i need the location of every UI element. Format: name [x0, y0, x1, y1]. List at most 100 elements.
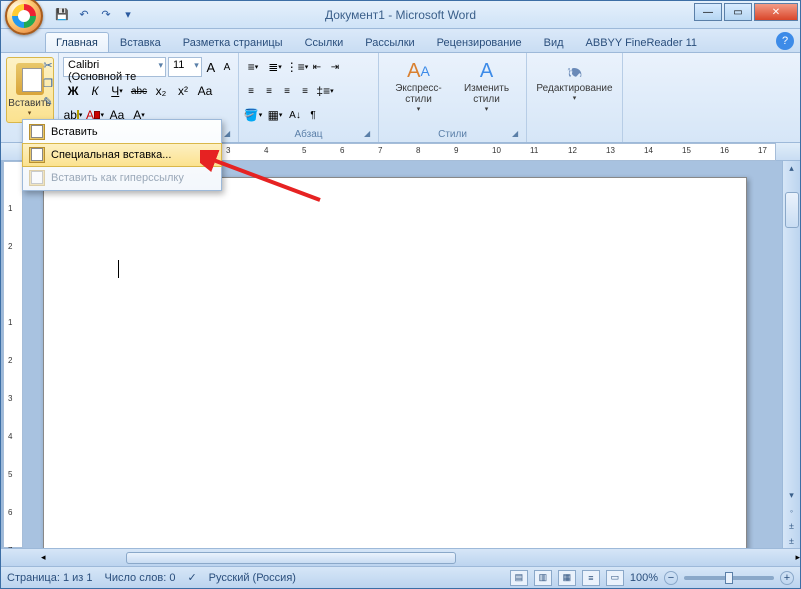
bullets-button[interactable]: ≡▾ — [243, 57, 263, 77]
sort-button[interactable]: A↓ — [287, 105, 303, 125]
close-button[interactable]: ✕ — [754, 3, 798, 21]
zoom-out-button[interactable]: − — [664, 571, 678, 585]
font-dialog-launcher[interactable]: ◢ — [224, 129, 234, 139]
paste-special-icon — [27, 145, 47, 165]
tab-abbyy[interactable]: ABBYY FineReader 11 — [575, 32, 709, 52]
styles-dialog-launcher[interactable]: ◢ — [512, 129, 522, 139]
multilevel-button[interactable]: ⋮≡▾ — [287, 57, 307, 77]
change-styles-icon: A — [473, 59, 501, 83]
italic-button[interactable]: К — [85, 81, 105, 101]
redo-button[interactable]: ↷ — [97, 6, 115, 24]
maximize-button[interactable]: ▭ — [724, 3, 752, 21]
editing-group: 🙔 Редактирование ▾ — [527, 53, 623, 142]
menu-item-paste-hyperlink: Вставить как гиперссылку — [23, 166, 221, 190]
office-button[interactable] — [5, 0, 43, 35]
bold-button[interactable]: Ж — [63, 81, 83, 101]
tab-home[interactable]: Главная — [45, 32, 109, 52]
quick-access-toolbar: 💾 ↶ ↷ ▾ — [53, 6, 137, 24]
save-button[interactable]: 💾 — [53, 6, 71, 24]
font-size-combo[interactable]: 11 — [168, 57, 202, 77]
superscript-button[interactable]: x² — [173, 81, 193, 101]
qat-customize-icon[interactable]: ▾ — [119, 6, 137, 24]
window-title: Документ1 - Microsoft Word — [325, 8, 476, 22]
document-page[interactable] — [43, 177, 747, 548]
scroll-down-icon[interactable]: ▾ — [783, 488, 800, 503]
scroll-right-icon[interactable]: ▸ — [795, 552, 800, 563]
window-controls: — ▭ ✕ — [694, 8, 800, 21]
show-marks-button[interactable]: ¶ — [305, 105, 321, 125]
outline-view-button[interactable]: ≡ — [582, 570, 600, 586]
browse-object-icon[interactable]: ◦ — [783, 503, 800, 518]
status-bar: Страница: 1 из 1 Число слов: 0 ✓ Русский… — [1, 566, 800, 588]
copy-button[interactable]: ❐ — [40, 75, 56, 91]
tab-layout[interactable]: Разметка страницы — [172, 32, 294, 52]
menu-item-paste-special[interactable]: Специальная вставка... — [22, 143, 222, 167]
page-viewport[interactable] — [23, 161, 782, 548]
justify-button[interactable]: ≡ — [297, 81, 313, 101]
draft-view-button[interactable]: ▭ — [606, 570, 624, 586]
undo-button[interactable]: ↶ — [75, 6, 93, 24]
change-styles-button[interactable]: A Изменить стили ▾ — [456, 59, 518, 117]
grow-font-button[interactable]: A — [204, 57, 218, 77]
align-left-button[interactable]: ≡ — [243, 81, 259, 101]
subscript-button[interactable]: x₂ — [151, 81, 171, 101]
increase-indent-button[interactable]: ⇥ — [327, 57, 343, 77]
chevron-down-icon: ▾ — [28, 109, 32, 117]
underline-button[interactable]: Ч▾ — [107, 81, 127, 101]
editing-button[interactable]: 🙔 Редактирование ▾ — [535, 55, 615, 113]
tab-references[interactable]: Ссылки — [294, 32, 355, 52]
zoom-slider[interactable] — [684, 576, 774, 580]
full-screen-view-button[interactable]: ▥ — [534, 570, 552, 586]
zoom-slider-knob[interactable] — [725, 572, 733, 584]
paragraph-dialog-launcher[interactable]: ◢ — [364, 129, 374, 139]
shrink-font-button[interactable]: A — [220, 57, 234, 77]
word-count[interactable]: Число слов: 0 — [105, 572, 176, 584]
borders-button[interactable]: ▦▾ — [265, 105, 285, 125]
help-button[interactable]: ? — [776, 32, 794, 50]
tab-insert[interactable]: Вставка — [109, 32, 172, 52]
scroll-up-icon[interactable]: ▴ — [783, 161, 800, 176]
language-status[interactable]: Русский (Россия) — [209, 572, 296, 584]
prev-page-icon[interactable]: ± — [783, 518, 800, 533]
align-right-button[interactable]: ≡ — [279, 81, 295, 101]
paste-link-icon — [27, 168, 47, 188]
align-center-button[interactable]: ≡ — [261, 81, 277, 101]
cut-button[interactable]: ✂ — [40, 57, 56, 73]
format-painter-button[interactable]: ✎ — [40, 93, 56, 109]
strike-button[interactable]: abc — [129, 81, 149, 101]
vertical-ruler[interactable]: 1212345678910 — [3, 161, 23, 548]
paste-menu: Вставить Специальная вставка... Вставить… — [22, 119, 222, 191]
minimize-button[interactable]: — — [694, 3, 722, 21]
tab-view[interactable]: Вид — [533, 32, 575, 52]
horizontal-scrollbar[interactable]: ◂ ▸ — [1, 548, 800, 566]
shading-button[interactable]: 🪣▾ — [243, 105, 263, 125]
line-spacing-button[interactable]: ‡≡▾ — [315, 81, 335, 101]
zoom-level[interactable]: 100% — [630, 572, 658, 584]
font-name-combo[interactable]: Calibri (Основной те — [63, 57, 166, 77]
tab-review[interactable]: Рецензирование — [426, 32, 533, 52]
app-window: 💾 ↶ ↷ ▾ Документ1 - Microsoft Word — ▭ ✕… — [0, 0, 801, 589]
vertical-scrollbar[interactable]: ▴ ▾ ◦ ± ± — [782, 161, 800, 548]
spell-check-icon[interactable]: ✓ — [187, 571, 196, 584]
change-case-button[interactable]: Aa — [195, 81, 215, 101]
numbering-button[interactable]: ≣▾ — [265, 57, 285, 77]
tab-mailings[interactable]: Рассылки — [354, 32, 425, 52]
ribbon-tabs: Главная Вставка Разметка страницы Ссылки… — [1, 29, 800, 53]
page-status[interactable]: Страница: 1 из 1 — [7, 572, 93, 584]
scrollbar-thumb[interactable] — [785, 192, 799, 228]
paragraph-group-label: Абзац — [239, 129, 378, 140]
styles-group: AA Экспресс-стили ▾ A Изменить стили ▾ С… — [379, 53, 527, 142]
find-icon: 🙔 — [567, 59, 583, 83]
quick-styles-button[interactable]: AA Экспресс-стили ▾ — [388, 59, 450, 117]
next-page-icon[interactable]: ± — [783, 533, 800, 548]
scroll-left-icon[interactable]: ◂ — [41, 552, 46, 563]
decrease-indent-button[interactable]: ⇤ — [309, 57, 325, 77]
hscrollbar-thumb[interactable] — [126, 552, 456, 564]
zoom-in-button[interactable]: + — [780, 571, 794, 585]
quick-styles-icon: AA — [405, 59, 433, 83]
print-layout-view-button[interactable]: ▤ — [510, 570, 528, 586]
document-area: 1212345678910 ▴ ▾ ◦ ± ± — [1, 161, 800, 548]
web-layout-view-button[interactable]: ▦ — [558, 570, 576, 586]
paste-icon — [27, 122, 47, 142]
menu-item-paste[interactable]: Вставить — [23, 120, 221, 144]
